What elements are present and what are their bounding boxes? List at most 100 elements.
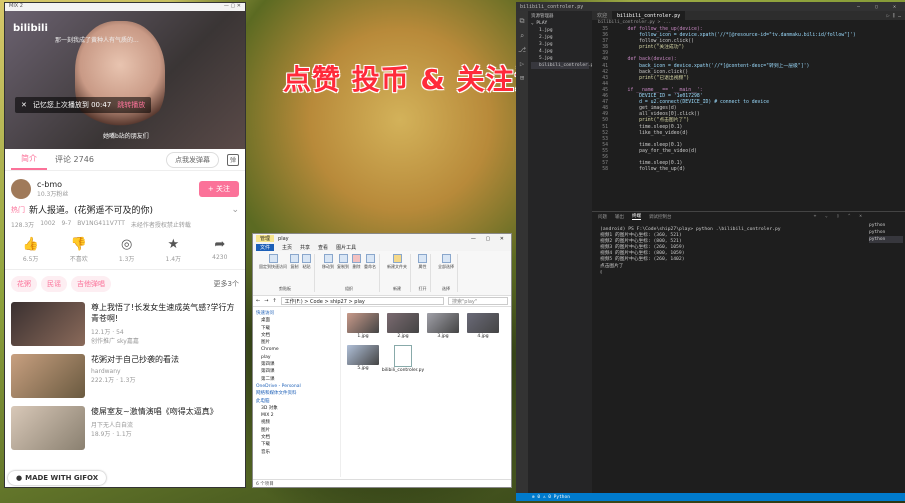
delete-button[interactable]: 删除: [352, 254, 361, 270]
sidebar-file[interactable]: 3.jpg: [531, 41, 589, 48]
source-control-icon[interactable]: ⎇: [518, 46, 526, 54]
ribbon-tool-tab[interactable]: 管理: [256, 235, 275, 242]
nav-item[interactable]: 下载: [253, 441, 340, 448]
tab-problems[interactable]: 问题: [598, 214, 607, 220]
paste-button[interactable]: 粘贴: [302, 254, 311, 270]
follow-button[interactable]: + 关注: [198, 181, 239, 197]
move-to-button[interactable]: 移动到: [322, 254, 334, 270]
properties-button[interactable]: 属性: [418, 254, 427, 270]
file-item[interactable]: 2.jpg: [387, 313, 419, 339]
tab-terminal[interactable]: 终端: [632, 213, 641, 220]
nav-item[interactable]: play: [253, 354, 340, 361]
file-item[interactable]: 5.jpg: [347, 345, 379, 373]
forward-icon[interactable]: →: [264, 298, 268, 304]
nav-item[interactable]: 第二课: [253, 376, 340, 383]
tab-picture-tools[interactable]: 图片工具: [336, 244, 356, 251]
terminal-controls[interactable]: + ⌄ ▯ ⌃ ✕: [814, 214, 905, 219]
breadcrumb[interactable]: bilibili_controler.py > ...: [592, 20, 905, 27]
nav-item[interactable]: MIX 2: [253, 412, 340, 419]
tag-item[interactable]: 吉他弹唱: [71, 276, 111, 292]
nav-item[interactable]: OneDrive - Personal: [253, 383, 340, 390]
chevron-down-icon[interactable]: ⌄: [231, 205, 239, 215]
nav-item[interactable]: 文档: [253, 332, 340, 339]
tags-more-button[interactable]: 更多3个: [214, 279, 239, 289]
extensions-icon[interactable]: ⊞: [520, 74, 524, 82]
send-danmaku-input[interactable]: 点我发弹幕: [166, 151, 219, 168]
sidebar-file[interactable]: 2.jpg: [531, 34, 589, 41]
nav-item[interactable]: 文档: [253, 434, 340, 441]
coin-button[interactable]: ◎ 1.3万: [119, 237, 135, 263]
video-player[interactable]: bilibili 那一刻我成了黄种人有气质的... ✕ 记忆您上次播放到 00:…: [5, 11, 245, 149]
terminal-instance[interactable]: python: [869, 222, 903, 229]
nav-item[interactable]: 视频: [253, 419, 340, 426]
rename-button[interactable]: 重命名: [364, 254, 376, 270]
copy-button[interactable]: 复制: [290, 254, 299, 270]
tab-share[interactable]: 共享: [300, 244, 310, 251]
danmaku-toggle-icon[interactable]: 弹: [227, 153, 239, 166]
terminal-instance[interactable]: python: [869, 229, 903, 236]
list-item[interactable]: 花粥对于自己抄袭的看法 hardwany 222.1万 · 1.3万: [5, 350, 245, 402]
sidebar-file[interactable]: bilibili_controler.py: [531, 62, 596, 69]
sidebar-file[interactable]: 1.jpg: [531, 27, 589, 34]
tab-intro[interactable]: 简介: [11, 149, 47, 170]
tag-item[interactable]: 民谣: [41, 276, 67, 292]
address-bar[interactable]: 工作(F:) > Code > ship27 > play: [280, 297, 444, 305]
search-input[interactable]: 搜索"play": [448, 297, 508, 305]
nav-item[interactable]: 图片: [253, 339, 340, 346]
resume-jump-button[interactable]: 跳转播放: [117, 100, 145, 110]
like-button[interactable]: 👍 6.5万: [23, 237, 39, 263]
tab-output[interactable]: 输出: [615, 214, 624, 220]
select-all-button[interactable]: 全部选择: [438, 254, 454, 270]
file-item[interactable]: bilibili_controler.py: [382, 345, 424, 373]
file-item[interactable]: 4.jpg: [467, 313, 499, 339]
nav-item[interactable]: 此电脑: [253, 398, 340, 405]
tab-debug-console[interactable]: 调试控制台: [649, 214, 672, 220]
terminal-instance[interactable]: python: [869, 236, 903, 243]
file-item[interactable]: 3.jpg: [427, 313, 459, 339]
nav-item[interactable]: 图片: [253, 427, 340, 434]
nav-item[interactable]: 桌面: [253, 317, 340, 324]
nav-item[interactable]: 网络和媒体文件资料: [253, 390, 340, 397]
nav-item[interactable]: 快速访问: [253, 310, 340, 317]
search-icon[interactable]: ⌕: [520, 32, 524, 40]
dislike-button[interactable]: 👎 不喜欢: [70, 237, 88, 263]
tab-view[interactable]: 查看: [318, 244, 328, 251]
nav-item[interactable]: 下载: [253, 325, 340, 332]
terminal-output[interactable]: (android) PS F:\Code\ship27\play> python…: [592, 221, 905, 282]
tab-bilibili-controler[interactable]: bilibili_controler.py: [612, 11, 686, 20]
tab-comments[interactable]: 评论 2746: [55, 154, 94, 165]
up-icon[interactable]: ↑: [272, 298, 276, 304]
window-controls[interactable]: — ▢ ✕: [471, 236, 508, 242]
avatar[interactable]: [11, 179, 31, 199]
video-title-row[interactable]: 热门 新人报道。(花粥遥不可及的你) ⌄: [5, 201, 245, 218]
nav-item[interactable]: 第四课: [253, 368, 340, 375]
uploader-name[interactable]: c-bmo: [37, 180, 68, 189]
tab-welcome[interactable]: 欢迎: [592, 12, 612, 19]
window-controls[interactable]: — ▢ ✕: [224, 3, 241, 11]
run-debug-icon[interactable]: ▷: [520, 60, 524, 68]
back-icon[interactable]: ←: [256, 298, 260, 304]
tab-home[interactable]: 主页: [282, 244, 292, 251]
nav-item[interactable]: 3D 对象: [253, 405, 340, 412]
code-area[interactable]: 35 def follow_the_up(device): 36 follow_i…: [592, 27, 905, 173]
sidebar-file[interactable]: 4.jpg: [531, 48, 589, 55]
pin-button[interactable]: 固定到快速访问: [259, 254, 287, 270]
files-icon[interactable]: ⧉: [520, 17, 525, 26]
star-button[interactable]: ★ 1.4万: [166, 237, 182, 263]
share-button[interactable]: ➦ 4230: [212, 237, 227, 263]
copy-to-button[interactable]: 复制到: [337, 254, 349, 270]
file-item[interactable]: 1.jpg: [347, 313, 379, 339]
nav-item[interactable]: 第四课: [253, 361, 340, 368]
new-folder-button[interactable]: 新建文件夹: [387, 254, 407, 270]
folder-play[interactable]: ⌄ PLAY: [531, 20, 589, 27]
list-item[interactable]: 傻屌室友~激情演唱《吻得太逼真》 月下无人白自流 18.9万 · 1.1万: [5, 402, 245, 454]
list-item[interactable]: 尊上我悟了!长发女生速成英气感?学行方青苍啊! 12.1万 · 54 创作推广 s…: [5, 298, 245, 350]
tab-file[interactable]: 文件: [256, 243, 275, 251]
tag-item[interactable]: 花粥: [11, 276, 37, 292]
nav-item[interactable]: Chrome: [253, 346, 340, 353]
nav-item[interactable]: 音乐: [253, 449, 340, 456]
run-icon[interactable]: ▷ ⫼ …: [887, 13, 905, 19]
window-controls[interactable]: — ▢ ✕: [857, 4, 905, 10]
sidebar-file[interactable]: 5.jpg: [531, 55, 589, 62]
close-icon[interactable]: ✕: [21, 101, 27, 109]
